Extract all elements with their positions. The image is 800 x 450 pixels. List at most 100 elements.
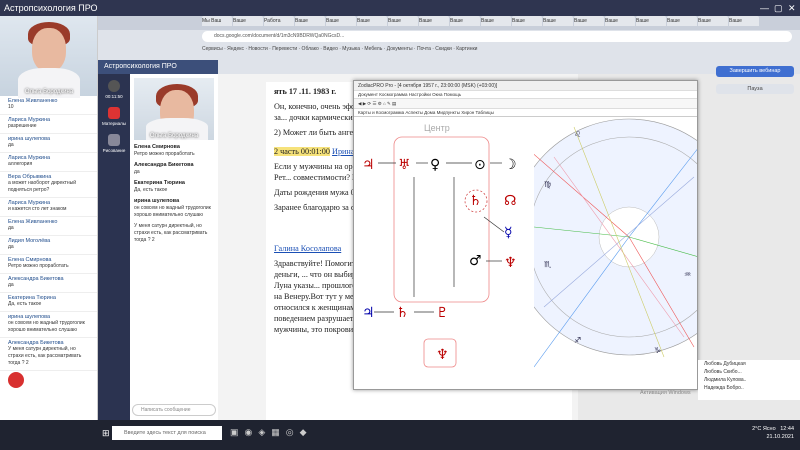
finish-webinar-button[interactable]: Завершить вебинар (716, 66, 794, 77)
browser-tab[interactable]: Ваше (419, 16, 449, 26)
center-label: Центр (424, 123, 450, 133)
chat-text: Ретро можно проработать (8, 263, 69, 269)
browser-tab[interactable]: Ваше (543, 16, 573, 26)
pen-icon[interactable] (108, 134, 120, 146)
astro-toolbar[interactable]: ◀ ▶ ⟳ ☰ ⚙ ⌂ ✎ ▤ (354, 99, 697, 109)
webinar-message: Александра Бикетова да (130, 160, 218, 178)
clock-time: 12:44 (780, 426, 794, 432)
webinar-message: Екатерина Тюрина Да, есть такое (130, 178, 218, 196)
participant-item[interactable]: Любовь Скибо... (698, 368, 800, 376)
browser-tab[interactable]: Ваше (326, 16, 356, 26)
taskbar-apps[interactable]: ▣◉◈▦◎◆ (230, 427, 313, 438)
address-bar[interactable]: docs.google.com/document/d/1m3cN9BDRWQa0… (202, 31, 792, 42)
chat-message: Лидия Моголёва да (0, 236, 97, 255)
natal-chart-wheel: ♍ ♏ ♐ ♑ ♒ ♌ (534, 117, 697, 389)
chat-text: да (8, 142, 14, 148)
materials-label[interactable]: Материалы (98, 121, 130, 126)
chat-input[interactable]: Написать сообщение (132, 404, 216, 416)
webinar-author: ирина шулепова (134, 198, 180, 204)
screen: Астропсихология ПРО — ▢ ✕ Ольга Бородкин… (0, 0, 800, 450)
planet-diagram: Центр ♃ ♅ ♀ ⊙ ☽ ♄ ☊ ☿ ♂ ♆ ♃ ♄ ♇ ♆ (362, 123, 517, 368)
browser-tab[interactable]: Ваше (481, 16, 511, 26)
taskbar-search[interactable]: Введите здесь текст для поиска (112, 426, 222, 440)
chat-text: Да, есть такое (8, 301, 42, 307)
maximize-icon[interactable]: ▢ (774, 0, 783, 16)
browser-tab[interactable]: Ваше (295, 16, 325, 26)
webinar-text: да (134, 169, 140, 175)
drawing-label[interactable]: Рисование (98, 148, 130, 153)
svg-text:♆: ♆ (436, 347, 449, 363)
window-title: Астропсихология ПРО (4, 3, 98, 13)
outer-chat-messages: Елена Живланенко 10 Лариса Муркина разрешен… (0, 96, 97, 371)
browser-tab[interactable]: Ваше (450, 16, 480, 26)
webinar-chat-messages: Елена Смирнова Ретро можно проработать Але… (130, 142, 218, 246)
bookmarks-bar[interactable]: Сервисы · Яндекс · Новости · Перевести ·… (202, 44, 800, 54)
browser-tab[interactable]: Мы Ваш (202, 16, 232, 26)
chat-message: Александра Бикетова У меня сатурн директн… (0, 338, 97, 371)
svg-text:♇: ♇ (436, 305, 449, 321)
chat-text: и кажется сто лет знаком (8, 206, 67, 212)
browser-chrome: Мы Ваш Ваше Работа Ваше Ваше Ваше Ваше Ваше Ваше… (98, 16, 800, 74)
record-button[interactable] (8, 372, 24, 388)
presenter-video: Ольга Бородкина (0, 16, 97, 98)
browser-tab[interactable]: Ваше (698, 16, 728, 26)
chat-message: Вера Обрывкина а может наоборот директный… (0, 172, 97, 198)
browser-tab[interactable]: Ваше (667, 16, 697, 26)
webinar-author: Елена Смирнова (134, 144, 180, 150)
browser-tab[interactable]: Ваше (512, 16, 542, 26)
browser-tab[interactable]: Ваше (357, 16, 387, 26)
browser-tab[interactable]: Работа (264, 16, 294, 26)
browser-tab[interactable]: Ваше (729, 16, 759, 26)
browser-tabs[interactable]: Мы Ваш Ваше Работа Ваше Ваше Ваше Ваше Ваше Ваше… (98, 16, 800, 30)
svg-text:♄: ♄ (396, 305, 409, 321)
participant-item[interactable]: Людмила Кулова.. (698, 376, 800, 384)
svg-text:☊: ☊ (504, 193, 516, 209)
windows-start-icon[interactable]: ⊞ (102, 428, 110, 439)
webinar-chat: Ольга Бородкина Елена Смирнова Ретро можн… (130, 74, 218, 420)
chat-text: да (8, 225, 14, 231)
webinar-message: У меня сатурн директный, но страхи есть,… (130, 221, 218, 246)
browser-tab[interactable]: Ваше (388, 16, 418, 26)
chat-text: У меня сатурн директный, но страхи есть,… (8, 346, 82, 366)
svg-text:♍: ♍ (544, 180, 551, 189)
chat-text: да (8, 282, 14, 288)
browser-tab[interactable]: Ваше (574, 16, 604, 26)
browser-tab[interactable]: Ваше (233, 16, 263, 26)
close-icon[interactable]: ✕ (788, 0, 796, 16)
svg-text:☽: ☽ (504, 157, 517, 173)
participant-item[interactable]: Любовь Дубицкая (698, 360, 800, 368)
webinar-text: он совсем но жадный трудоголик хорошо вн… (134, 205, 211, 218)
pause-button[interactable]: Пауза (716, 84, 794, 94)
participants-panel: Любовь Дубицкая Любовь Скибо... Людмила … (698, 360, 800, 400)
astro-tabs[interactable]: Карты и Космограмма Аспекты Дома Мидпунк… (354, 109, 697, 117)
svg-text:♄: ♄ (469, 193, 482, 209)
app-header: Астропсихология ПРО (98, 60, 218, 74)
svg-text:♐: ♐ (574, 336, 581, 345)
browser-tab[interactable]: Ваше (636, 16, 666, 26)
part-label: 2 часть 00:01:00 (274, 147, 330, 156)
participant-item[interactable]: Надежда Бобро.. (698, 384, 800, 392)
astro-menu[interactable]: Документ Космограмма Настройки Окна Помо… (354, 91, 697, 99)
chat-message: Лариса Муркина аллегория (0, 153, 97, 172)
chat-message: Елена Смирнова Ретро можно проработать (0, 255, 97, 274)
mic-icon[interactable] (108, 80, 120, 92)
webinar-author: Александра Бикетова (134, 162, 194, 168)
browser-tab[interactable]: Ваше (605, 16, 635, 26)
chat-message: Александра Бикетова да (0, 274, 97, 293)
chat-message: Лариса Муркина и кажется сто лет знаком (0, 198, 97, 217)
windows-watermark: Активация Windows (640, 390, 691, 396)
weather: 2°C Ясно (752, 426, 776, 432)
svg-text:♑: ♑ (654, 346, 661, 355)
chat-message: ирина шулепова да (0, 134, 97, 153)
minimize-icon[interactable]: — (760, 0, 769, 16)
svg-text:♒: ♒ (684, 270, 691, 279)
chat-message: Екатерина Тюрина Да, есть такое (0, 293, 97, 312)
chat-message: Елена Живланенко да (0, 217, 97, 236)
webinar-text: У меня сатурн директный, но страхи есть,… (134, 223, 208, 243)
chat-text: аллегория (8, 161, 33, 167)
presenter-name: Ольга Бородкина (24, 89, 74, 95)
author2-link[interactable]: Галина Косолапова (274, 244, 341, 253)
materials-icon[interactable] (108, 107, 120, 119)
svg-text:♀: ♀ (430, 157, 440, 173)
taskbar: ⊞ Введите здесь текст для поиска ▣◉◈▦◎◆ … (0, 420, 800, 450)
